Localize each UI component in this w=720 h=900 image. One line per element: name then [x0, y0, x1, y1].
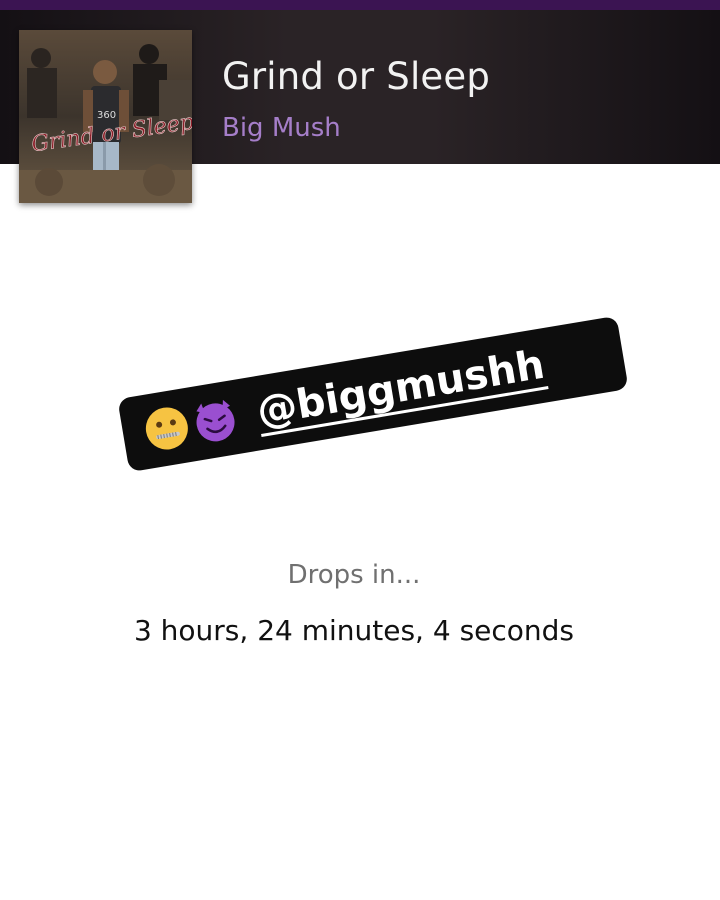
album-cover[interactable]: 360 Grind or Sleep [19, 30, 192, 203]
shirt-logo-text: 360 [97, 110, 116, 121]
smiling-devil-face-icon [196, 399, 235, 442]
album-cover-image: 360 Grind or Sleep [19, 30, 192, 203]
zipper-mouth-face-icon [145, 407, 188, 450]
countdown-timer: 3 hours, 24 minutes, 4 seconds [133, 614, 575, 647]
presave-page: Grind or Sleep Big Mush 360 Grind or Sle… [0, 0, 720, 900]
sticker-body: @biggmushh [117, 315, 629, 473]
drops-in-label: Drops in... [287, 560, 421, 590]
track-title: Grind or Sleep [222, 55, 491, 98]
top-accent-strip [0, 0, 720, 10]
instagram-handle: @biggmushh [253, 341, 549, 437]
handle-sticker[interactable]: @biggmushh [117, 315, 629, 473]
artist-name[interactable]: Big Mush [222, 113, 341, 143]
